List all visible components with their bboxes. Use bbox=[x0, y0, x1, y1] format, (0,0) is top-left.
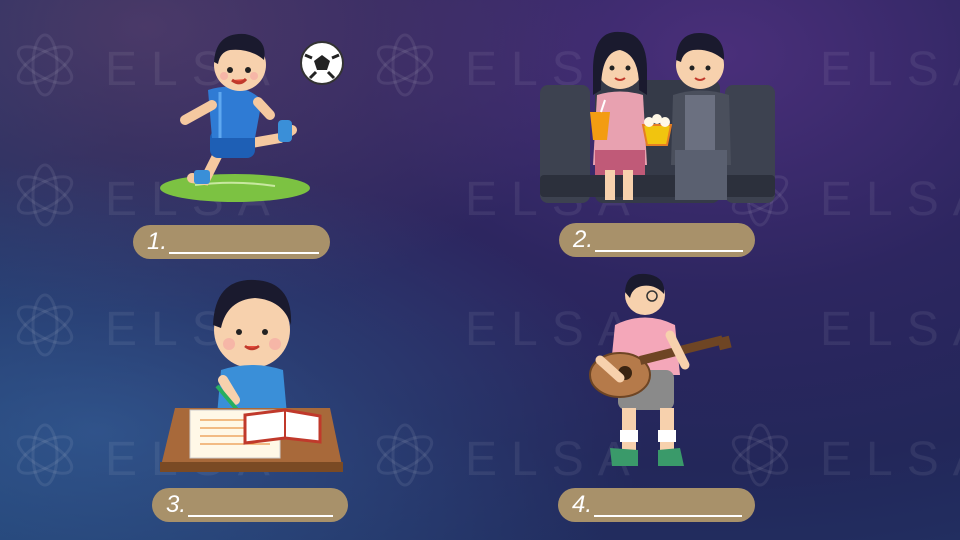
exercise-number-3: 3. bbox=[166, 491, 187, 518]
exercise-number-1: 1. bbox=[147, 228, 168, 255]
homework-boy-illustration bbox=[160, 279, 343, 472]
watermark-text: ELSA bbox=[820, 173, 960, 226]
movie-theater-illustration bbox=[540, 31, 775, 203]
guitar-boy-illustration bbox=[589, 273, 732, 466]
answer-blank[interactable] bbox=[188, 493, 334, 517]
answer-field-1[interactable]: 1. bbox=[133, 225, 330, 259]
answer-field-3[interactable]: 3. bbox=[152, 488, 348, 522]
popcorn-icon bbox=[641, 114, 673, 146]
exercise-number-4: 4. bbox=[572, 491, 593, 518]
flower-logo-icon bbox=[376, 33, 434, 97]
soccer-ball-icon bbox=[300, 41, 344, 85]
flower-logo-icon bbox=[376, 423, 434, 487]
exercise-number-2: 2. bbox=[573, 226, 594, 253]
answer-blank[interactable] bbox=[169, 230, 320, 254]
answer-field-2[interactable]: 2. bbox=[559, 223, 755, 257]
watermark-text: ELSA bbox=[820, 433, 960, 486]
answer-blank[interactable] bbox=[594, 493, 743, 517]
watermark-text: ELSA bbox=[820, 43, 960, 96]
flower-logo-icon bbox=[16, 423, 74, 487]
flower-logo-icon bbox=[16, 33, 74, 97]
flower-logo-icon bbox=[16, 293, 74, 357]
soccer-boy-illustration bbox=[160, 33, 344, 202]
answer-field-4[interactable]: 4. bbox=[558, 488, 755, 522]
open-book-icon bbox=[243, 408, 322, 445]
watermark-text: ELSA bbox=[820, 303, 960, 356]
answer-blank[interactable] bbox=[595, 228, 744, 252]
flower-logo-icon bbox=[16, 163, 74, 227]
